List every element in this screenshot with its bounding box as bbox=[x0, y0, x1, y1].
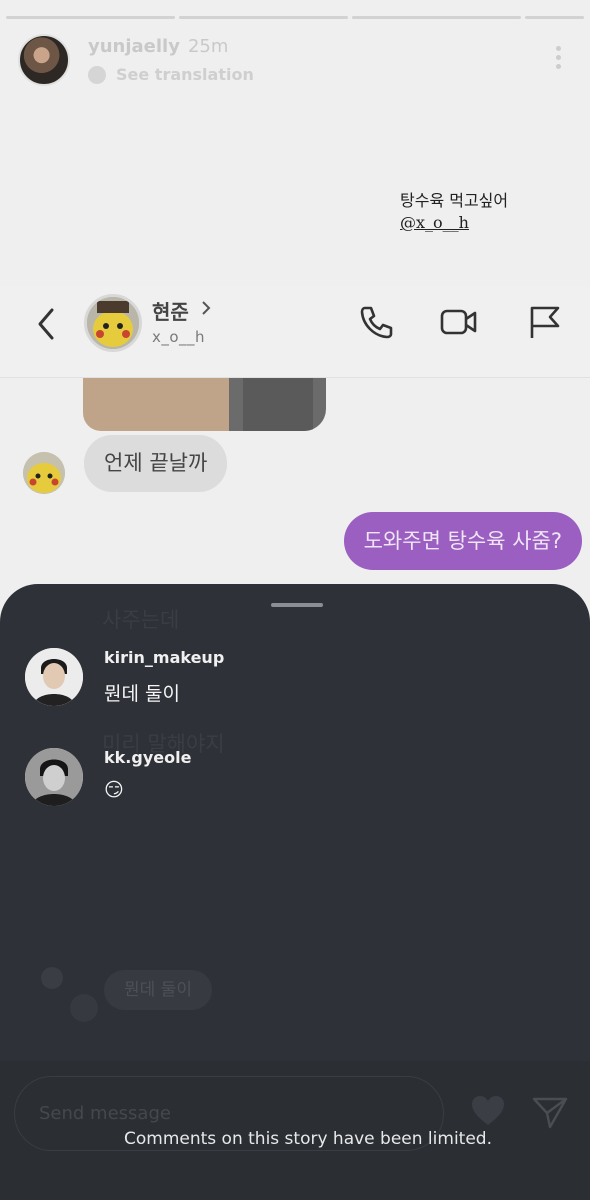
comment-item: kk.gyeole 😏 bbox=[25, 748, 191, 806]
background-reply-bubble: 뭔데 둘이 bbox=[104, 970, 212, 1010]
see-translation-label: See translation bbox=[116, 65, 254, 84]
comment-body: kirin_makeup 뭔데 둘이 bbox=[104, 648, 224, 706]
dm-contact-name: 현준 bbox=[152, 300, 189, 324]
heart-icon[interactable] bbox=[468, 1091, 508, 1131]
story-username[interactable]: yunjaelly bbox=[88, 36, 180, 57]
comments-sheet: 사주는데 미리 말해야지 kirin_makeup 뭔데 둘이 kk.gyeol… bbox=[0, 584, 590, 1200]
progress-segment bbox=[524, 16, 584, 19]
dm-screenshot-messages: 언제 끝날까 도와주면 탕수육 사줌? bbox=[0, 378, 590, 608]
comment-username[interactable]: kk.gyeole bbox=[104, 748, 191, 767]
incoming-message: 언제 끝날까 bbox=[84, 435, 228, 492]
sheet-drag-handle[interactable] bbox=[271, 603, 323, 607]
dm-contact-handle: x_o__h bbox=[152, 328, 206, 346]
comments-limited-notice: Comments on this story have been limited… bbox=[124, 1129, 492, 1149]
flag-icon bbox=[530, 306, 560, 338]
comment-text: 😏 bbox=[104, 779, 124, 801]
incoming-avatar bbox=[23, 452, 65, 494]
translate-icon bbox=[88, 65, 106, 84]
caption-mention[interactable]: @x_o__h bbox=[400, 212, 508, 234]
story-author-meta: yunjaelly 25m See translation bbox=[88, 36, 254, 84]
comment-avatar[interactable] bbox=[25, 648, 83, 706]
comment-username[interactable]: kirin_makeup bbox=[104, 648, 224, 667]
video-icon bbox=[440, 309, 477, 335]
see-translation-link[interactable]: See translation bbox=[88, 65, 254, 84]
photo-message bbox=[83, 378, 326, 431]
more-vertical-icon[interactable] bbox=[556, 46, 562, 69]
comment-input-bar: Send message Comments on this story have… bbox=[0, 1061, 590, 1200]
back-icon bbox=[38, 308, 54, 340]
comment-avatar[interactable] bbox=[25, 748, 83, 806]
progress-segment bbox=[6, 16, 175, 19]
story-author[interactable]: yunjaelly 25m See translation bbox=[18, 34, 254, 86]
progress-segment bbox=[351, 16, 521, 19]
comment-item: kirin_makeup 뭔데 둘이 bbox=[25, 648, 224, 706]
chevron-right-icon bbox=[202, 301, 211, 315]
caption-text: 탕수육 먹고싶어 bbox=[400, 191, 509, 210]
phone-icon bbox=[360, 306, 393, 339]
story-progress-bar bbox=[6, 16, 584, 19]
background-avatars bbox=[41, 967, 98, 1022]
send-icon[interactable] bbox=[530, 1093, 570, 1133]
dm-screenshot-header: 현준 x_o__h bbox=[0, 286, 590, 378]
progress-segment bbox=[178, 16, 348, 19]
outgoing-message: 도와주면 탕수육 사줌? bbox=[343, 512, 582, 570]
comment-body: kk.gyeole 😏 bbox=[104, 748, 191, 801]
comment-text: 뭔데 둘이 bbox=[104, 683, 180, 705]
dm-contact-avatar bbox=[84, 294, 142, 352]
story-author-avatar[interactable] bbox=[18, 34, 70, 86]
background-text: 사주는데 bbox=[102, 608, 180, 632]
story-time: 25m bbox=[187, 36, 229, 57]
story-caption: 탕수육 먹고싶어 @x_o__h bbox=[400, 190, 508, 234]
